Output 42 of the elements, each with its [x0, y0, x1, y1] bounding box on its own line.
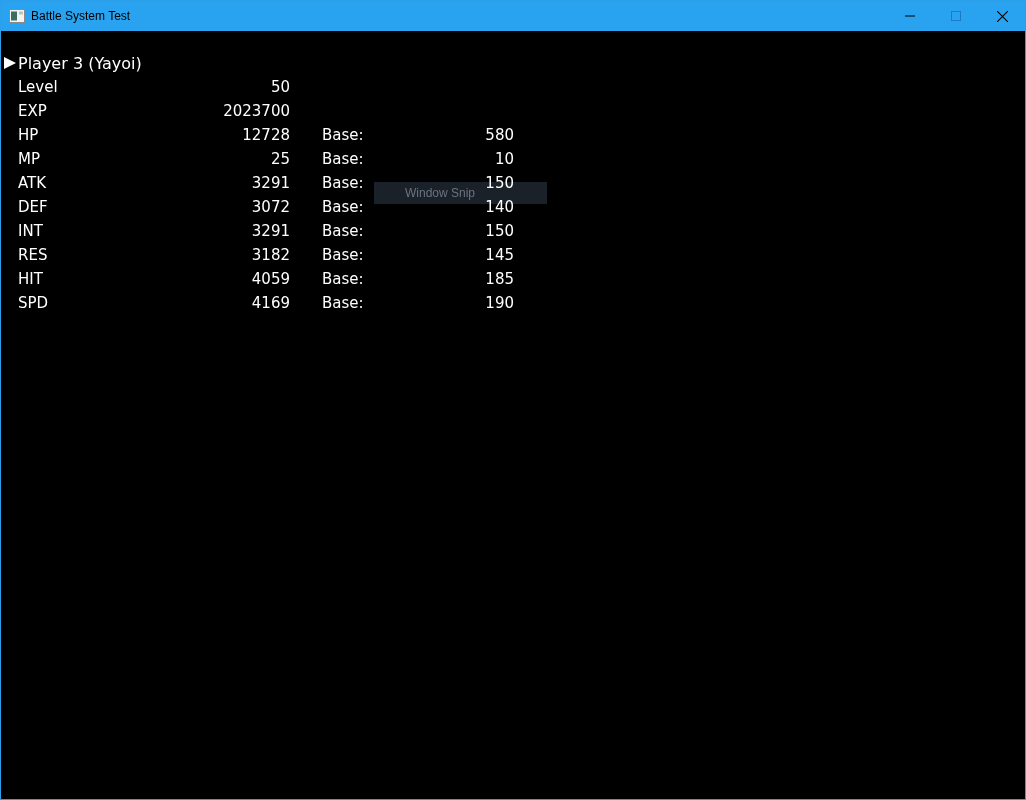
- character-name: Player 3 (Yayoi): [18, 53, 142, 73]
- stat-value: 25: [270, 150, 290, 168]
- stat-label: HP: [18, 126, 40, 144]
- base-label: Base:: [322, 246, 364, 264]
- stat-label: RES: [18, 246, 49, 264]
- stat-value: 50: [270, 78, 290, 96]
- stat-label: SPD: [18, 294, 50, 312]
- stat-label: HIT: [18, 270, 44, 288]
- base-value: 140: [485, 198, 514, 216]
- stat-label: MP: [18, 150, 41, 168]
- stat-value: 4059: [251, 270, 290, 288]
- stat-label: DEF: [18, 198, 49, 216]
- stat-value: 3182: [251, 246, 290, 264]
- base-value: 185: [485, 270, 514, 288]
- base-label: Base:: [322, 126, 364, 144]
- base-label: Base:: [322, 198, 364, 216]
- stat-value: 2023700: [223, 102, 290, 120]
- stat-value: 4169: [251, 294, 290, 312]
- close-icon: [996, 10, 1008, 22]
- base-label: Base:: [322, 174, 364, 192]
- stat-value: 12728: [242, 126, 290, 144]
- stat-label: Level: [18, 78, 59, 96]
- window-title: Battle System Test: [31, 9, 131, 23]
- base-value: 145: [485, 246, 514, 264]
- base-value: 150: [485, 174, 514, 192]
- base-value: 190: [485, 294, 514, 312]
- base-label: Base:: [322, 222, 364, 240]
- base-label: Base:: [322, 270, 364, 288]
- selection-arrow-icon: [4, 57, 16, 69]
- base-value: 10: [494, 150, 514, 168]
- base-label: Base:: [322, 150, 364, 168]
- stat-value: 3291: [251, 174, 290, 192]
- stat-value: 3072: [251, 198, 290, 216]
- base-label: Base:: [322, 294, 364, 312]
- window-icon: [9, 9, 25, 23]
- base-value: 580: [485, 126, 514, 144]
- stat-value: 3291: [251, 222, 290, 240]
- stat-label: EXP: [18, 102, 48, 120]
- base-value: 150: [485, 222, 514, 240]
- maximize-icon: [951, 11, 961, 21]
- stat-label: INT: [18, 222, 44, 240]
- stat-label: ATK: [18, 174, 48, 192]
